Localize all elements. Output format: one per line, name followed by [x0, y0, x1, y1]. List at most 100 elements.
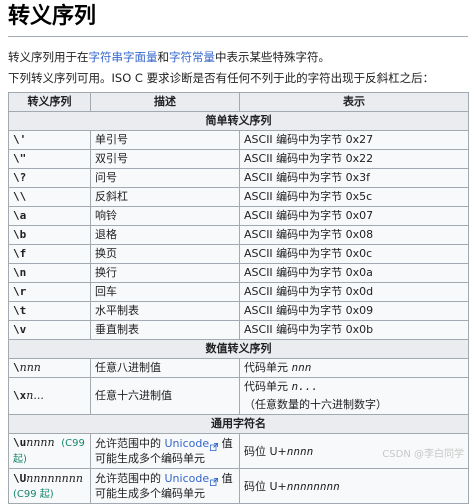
representation-text: 码位 U+ — [244, 479, 287, 493]
escape-sequence-cell: \nnn — [8, 358, 91, 378]
external-link-icon — [210, 440, 219, 451]
table-row: \b 退格 ASCII 编码中为字节 0x08 — [8, 225, 469, 245]
representation-cell: ASCII 编码中为字节 0x0a — [239, 263, 469, 283]
external-link-icon — [210, 475, 219, 486]
representation-cell: ASCII 编码中为字节 0x09 — [239, 301, 469, 321]
description-cell: 换行 — [90, 263, 240, 283]
escape-sequence-cell: \Unnnnnnnn (C99 起) — [8, 468, 91, 504]
description-line2: 可能生成多个编码单元 — [95, 487, 205, 500]
escape-sequence-cell: \unnnn (C99 起) — [8, 433, 91, 469]
table-row: \n 换行 ASCII 编码中为字节 0x0a — [8, 263, 469, 283]
page-title: 转义序列 — [8, 4, 97, 29]
escape-sequence-cell: \" — [8, 149, 91, 169]
description-cell: 问号 — [90, 168, 240, 188]
representation-text: 码位 U+ — [244, 444, 287, 458]
representation-cell: 代码单元 nnn — [239, 358, 469, 378]
header-representation: 表示 — [239, 92, 469, 112]
description-cell: 任意八进制值 — [90, 358, 240, 378]
representation-text: 代码单元 — [244, 361, 292, 374]
representation-cell: ASCII 编码中为字节 0x22 — [239, 149, 469, 169]
description-text: 允许范围中的 — [95, 437, 165, 450]
description-cell: 任意十六进制值 — [90, 377, 240, 415]
escape-variable: nnnnnnnn — [26, 471, 83, 485]
escape-sequence-cell: \' — [8, 130, 91, 150]
table-row: \xn... 任意十六进制值 代码单元 n... （任意数量的十六进制数字） — [8, 377, 469, 415]
escape-prefix: \u — [13, 436, 27, 449]
description-cell: 回车 — [90, 282, 240, 302]
unicode-link[interactable]: Unicode — [165, 472, 210, 485]
escape-sequence-cell: \\ — [8, 187, 91, 207]
table-header-row: 转义序列 描述 表示 — [8, 92, 469, 112]
section-row-numeric: 数值转义序列 — [8, 339, 469, 359]
description-cell: 换页 — [90, 244, 240, 264]
table-row: \Unnnnnnnn (C99 起) 允许范围中的 Unicode 值可能生成多个… — [8, 468, 469, 504]
representation-variable: n... — [291, 380, 319, 393]
representation-cell: ASCII 编码中为字节 0x0b — [239, 320, 469, 340]
title-divider — [8, 36, 468, 37]
table-row: \nnn 任意八进制值 代码单元 nnn — [8, 358, 469, 378]
escape-sequence-cell: \t — [8, 301, 91, 321]
description-text: 允许范围中的 — [95, 472, 165, 485]
watermark: CSDN @李白同学 — [382, 449, 464, 460]
description-cell: 垂直制表 — [90, 320, 240, 340]
character-constant-link[interactable]: 字符常量 — [169, 50, 215, 64]
representation-text: 代码单元 — [244, 380, 292, 393]
intro-paragraph: 转义序列用于在字符串字面量和字符常量中表示某些特殊字符。 — [8, 49, 468, 65]
description-text-tail: 值 — [218, 472, 233, 485]
table-row: \v 垂直制表 ASCII 编码中为字节 0x0b — [8, 320, 469, 340]
escape-sequence-cell: \f — [8, 244, 91, 264]
description-line2: 可能生成多个编码单元 — [95, 452, 205, 465]
description-cell: 反斜杠 — [90, 187, 240, 207]
table-row: \' 单引号 ASCII 编码中为字节 0x27 — [8, 130, 469, 150]
representation-cell: ASCII 编码中为字节 0x27 — [239, 130, 469, 150]
header-escape-sequence: 转义序列 — [8, 92, 91, 112]
representation-cell: ASCII 编码中为字节 0x08 — [239, 225, 469, 245]
escape-sequence-cell: \? — [8, 168, 91, 188]
escape-sequence-cell: \a — [8, 206, 91, 226]
escape-sequence-cell: \n — [8, 263, 91, 283]
representation-cell: ASCII 编码中为字节 0x3f — [239, 168, 469, 188]
table-row: \r 回车 ASCII 编码中为字节 0x0d — [8, 282, 469, 302]
section-heading-universal: 通用字符名 — [8, 414, 469, 434]
representation-cell: ASCII 编码中为字节 0x0d — [239, 282, 469, 302]
representation-variable: nnnnnnnn — [286, 479, 340, 493]
table-row: \a 响铃 ASCII 编码中为字节 0x07 — [8, 206, 469, 226]
description-cell: 响铃 — [90, 206, 240, 226]
description-cell: 允许范围中的 Unicode 值可能生成多个编码单元 — [90, 468, 240, 504]
intro-text-middle: 和 — [157, 50, 170, 64]
representation-cell: ASCII 编码中为字节 0x0c — [239, 244, 469, 264]
section-heading-simple: 简单转义序列 — [8, 111, 469, 131]
representation-cell: ASCII 编码中为字节 0x07 — [239, 206, 469, 226]
page: 转义序列 转义序列用于在字符串字面量和字符常量中表示某些特殊字符。 下列转义序列… — [0, 0, 474, 504]
section-row-universal: 通用字符名 — [8, 414, 469, 434]
unicode-link[interactable]: Unicode — [165, 437, 210, 450]
escape-prefix: \x — [13, 389, 27, 402]
representation-cell: 代码单元 n... （任意数量的十六进制数字） — [239, 377, 469, 415]
table-row: \t 水平制表 ASCII 编码中为字节 0x09 — [8, 301, 469, 321]
escape-variable: nnn — [19, 361, 41, 374]
representation-variable: nnn — [291, 361, 312, 374]
description-cell: 水平制表 — [90, 301, 240, 321]
representation-cell: 码位 U+nnnnnnnn — [239, 468, 469, 504]
description-cell: 双引号 — [90, 149, 240, 169]
representation-cell: ASCII 编码中为字节 0x5c — [239, 187, 469, 207]
header-description: 描述 — [90, 92, 240, 112]
description-text-tail: 值 — [218, 437, 233, 450]
description-cell: 退格 — [90, 225, 240, 245]
representation-note: （任意数量的十六进制数字） — [244, 398, 387, 411]
string-literal-link[interactable]: 字符串字面量 — [89, 50, 158, 64]
escape-variable: nnnn — [26, 436, 55, 449]
representation-variable: nnnn — [286, 444, 314, 458]
escape-sequence-cell: \b — [8, 225, 91, 245]
description-cell: 允许范围中的 Unicode 值可能生成多个编码单元 — [90, 433, 240, 469]
table-row: \? 问号 ASCII 编码中为字节 0x3f — [8, 168, 469, 188]
escape-sequence-cell: \v — [8, 320, 91, 340]
escape-sequence-cell: \xn... — [8, 377, 91, 415]
table-row: \f 换页 ASCII 编码中为字节 0x0c — [8, 244, 469, 264]
section-heading-numeric: 数值转义序列 — [8, 339, 469, 359]
escape-sequence-cell: \r — [8, 282, 91, 302]
escape-sequence-table: 转义序列 描述 表示 简单转义序列 \' 单引号 ASCII 编码中为字节 0x27… — [8, 92, 469, 504]
intro-text-after: 中表示某些特殊字符。 — [215, 50, 330, 64]
escape-prefix: \ — [13, 361, 20, 374]
section-row-simple: 简单转义序列 — [8, 111, 469, 131]
